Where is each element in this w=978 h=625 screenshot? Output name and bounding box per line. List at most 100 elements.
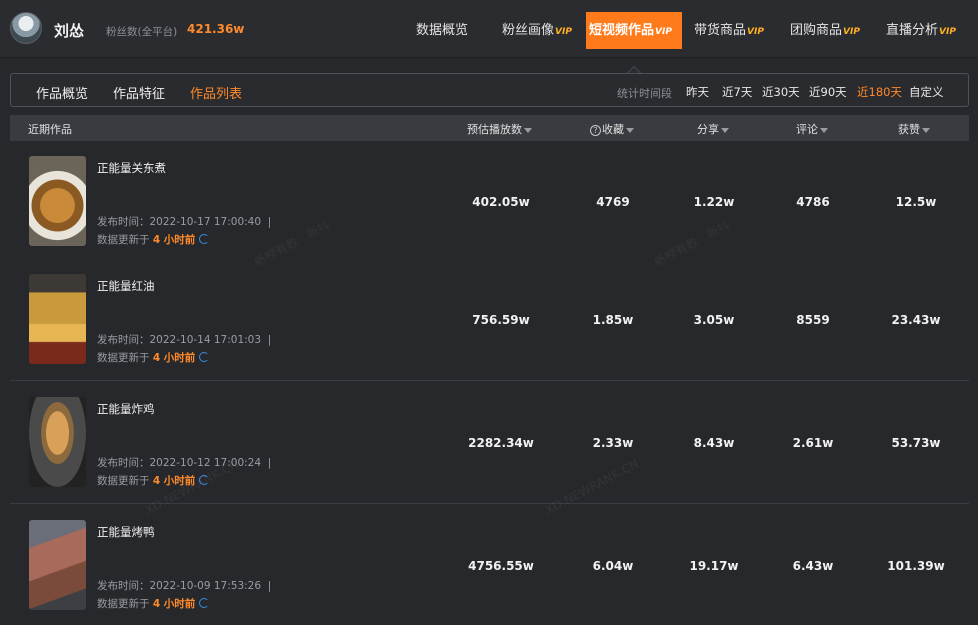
update-ago: 4 小时前 [152, 352, 196, 364]
active-nav-pointer [627, 66, 641, 73]
col-likes[interactable]: 获赞 [898, 121, 930, 137]
sort-caret-icon [922, 127, 930, 133]
nav-goods[interactable]: 带货商品VIP [692, 12, 766, 49]
avatar[interactable] [10, 12, 42, 44]
period-yesterday[interactable]: 昨天 [686, 84, 709, 100]
nav-live-analysis[interactable]: 直播分析VIP [884, 12, 958, 49]
col-label: 分享 [697, 123, 719, 136]
table-row[interactable]: 正能量烤鸭 发布时间：2022-10-09 17:53:26 | 数据更新于 4… [10, 505, 969, 625]
user-name: 刘怂 [54, 22, 85, 40]
est-plays-value: 402.05w [472, 195, 530, 209]
update-ago: 4 小时前 [152, 234, 196, 246]
period-180-days[interactable]: 近180天 [857, 84, 902, 100]
subtab-list[interactable]: 作品列表 [190, 83, 242, 102]
subtab-overview[interactable]: 作品概览 [36, 83, 88, 102]
col-label: 评论 [796, 123, 818, 136]
period-custom[interactable]: 自定义 [909, 84, 944, 100]
subtab-features[interactable]: 作品特征 [113, 83, 165, 102]
update-ago: 4 小时前 [152, 598, 196, 610]
vip-badge: VIP [655, 27, 672, 37]
sort-caret-icon [626, 127, 634, 133]
shares-value: 19.17w [689, 559, 739, 573]
vip-badge: VIP [747, 27, 764, 37]
likes-value: 53.73w [891, 436, 941, 450]
period-7-days[interactable]: 近7天 [722, 84, 752, 100]
nav-label: 直播分析 [886, 23, 939, 38]
nav-data-overview[interactable]: 数据概览 [414, 12, 470, 49]
update-status: 数据更新于 4 小时前 [97, 232, 210, 247]
col-favorites[interactable]: ? 收藏 [590, 121, 634, 137]
est-plays-value: 756.59w [472, 313, 530, 327]
sort-caret-icon [524, 127, 532, 133]
update-prefix: 数据更新于 [97, 352, 150, 364]
refresh-icon[interactable] [199, 598, 210, 608]
shares-value: 8.43w [693, 436, 735, 450]
nav-short-videos[interactable]: 短视频作品VIP [586, 12, 682, 49]
video-title[interactable]: 正能量关东煮 [97, 160, 166, 176]
comments-value: 6.43w [792, 559, 834, 573]
est-plays-value: 4756.55w [468, 559, 534, 573]
col-shares[interactable]: 分享 [697, 121, 729, 137]
sort-caret-icon [721, 127, 729, 133]
favorites-value: 2.33w [592, 436, 634, 450]
shares-value: 3.05w [693, 313, 735, 327]
update-ago: 4 小时前 [152, 475, 196, 487]
vip-badge: VIP [939, 27, 956, 37]
table-header: 近期作品 预估播放数 ? 收藏 分享 评论 获赞 [10, 115, 969, 141]
vip-badge: VIP [555, 27, 572, 37]
refresh-icon[interactable] [199, 234, 210, 244]
nav-label: 粉丝画像 [502, 23, 555, 38]
vip-badge: VIP [843, 27, 860, 37]
period-label: 统计时间段 [617, 87, 672, 100]
shares-value: 1.22w [693, 195, 735, 209]
update-status: 数据更新于 4 小时前 [97, 473, 210, 488]
sub-tabs-bar: 作品概览 作品特征 作品列表 统计时间段 昨天 近7天 近30天 近90天 近1… [10, 73, 969, 107]
update-status: 数据更新于 4 小时前 [97, 596, 210, 611]
likes-value: 12.5w [895, 195, 937, 209]
period-30-days[interactable]: 近30天 [762, 84, 800, 100]
video-title[interactable]: 正能量烤鸭 [97, 524, 155, 540]
video-thumbnail[interactable] [29, 156, 86, 246]
publish-prefix: 发布时间： [97, 580, 150, 592]
video-title[interactable]: 正能量红油 [97, 278, 155, 294]
table-row[interactable]: 正能量炸鸡 发布时间：2022-10-12 17:00:24 | 数据更新于 4… [10, 382, 969, 504]
nav-label: 带货商品 [694, 23, 747, 38]
fans-count-value: 421.36w [187, 22, 245, 36]
est-plays-value: 2282.34w [468, 436, 534, 450]
comments-value: 8559 [796, 313, 830, 327]
publish-time: 发布时间：2022-10-14 17:01:03 | [97, 334, 272, 346]
period-90-days[interactable]: 近90天 [809, 84, 847, 100]
col-label: 收藏 [602, 123, 624, 136]
publish-value: 2022-10-12 17:00:24 [149, 457, 262, 469]
favorites-value: 4769 [596, 195, 630, 209]
refresh-icon[interactable] [199, 475, 210, 485]
update-prefix: 数据更新于 [97, 234, 150, 246]
col-comments[interactable]: 评论 [796, 121, 828, 137]
table-row[interactable]: 正能量红油 发布时间：2022-10-14 17:01:03 | 数据更新于 4… [10, 259, 969, 381]
comments-value: 2.61w [792, 436, 834, 450]
video-thumbnail[interactable] [29, 274, 86, 364]
publish-value: 2022-10-09 17:53:26 [149, 580, 262, 592]
col-est-plays[interactable]: 预估播放数 [467, 121, 532, 137]
publish-value: 2022-10-14 17:01:03 [149, 334, 262, 346]
video-thumbnail[interactable] [29, 397, 86, 487]
comments-value: 4786 [796, 195, 830, 209]
nav-fan-profile[interactable]: 粉丝画像VIP [500, 12, 574, 49]
col-recent-works: 近期作品 [28, 123, 72, 136]
nav-group-buy[interactable]: 团购商品VIP [788, 12, 862, 49]
update-prefix: 数据更新于 [97, 598, 150, 610]
likes-value: 23.43w [891, 313, 941, 327]
video-thumbnail[interactable] [29, 520, 86, 610]
nav-label: 短视频作品 [589, 23, 655, 38]
table-row[interactable]: 正能量关东煮 发布时间：2022-10-17 17:00:40 | 数据更新于 … [10, 141, 969, 263]
likes-value: 101.39w [887, 559, 945, 573]
update-prefix: 数据更新于 [97, 475, 150, 487]
video-title[interactable]: 正能量炸鸡 [97, 401, 155, 417]
favorites-value: 1.85w [592, 313, 634, 327]
help-icon[interactable]: ? [590, 124, 601, 136]
nav-label: 数据概览 [416, 23, 469, 38]
publish-time: 发布时间：2022-10-09 17:53:26 | [97, 580, 272, 592]
refresh-icon[interactable] [199, 352, 210, 362]
update-status: 数据更新于 4 小时前 [97, 350, 210, 365]
fans-count-label: 粉丝数(全平台) [106, 26, 178, 38]
